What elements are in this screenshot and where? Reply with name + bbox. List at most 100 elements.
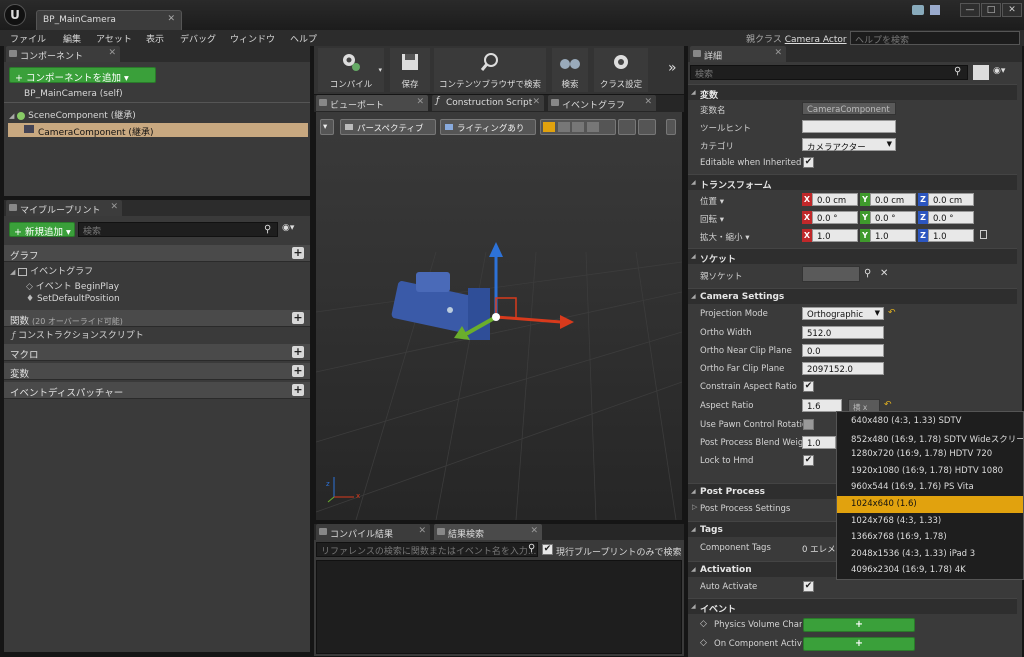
category-dropdown[interactable]: カメラアクター ▼: [802, 138, 896, 153]
scale-z-field[interactable]: 1.0: [928, 229, 974, 242]
ortho-far-field[interactable]: 2097152.0: [802, 362, 884, 375]
tree-item-scene-component[interactable]: ◢ SceneComponent (継承): [9, 108, 136, 121]
reset-to-default-icon[interactable]: ↶: [884, 400, 892, 410]
world-local-icon[interactable]: [587, 122, 600, 132]
aspect-option[interactable]: 2048x1536 (4:3, 1.33) iPad 3: [837, 546, 1023, 563]
menu-edit[interactable]: 編集: [63, 32, 81, 45]
menu-asset[interactable]: アセット: [96, 32, 132, 45]
close-icon[interactable]: ✕: [774, 48, 782, 58]
rotate-tool-icon[interactable]: [557, 122, 570, 132]
add-dispatcher-icon[interactable]: +: [292, 384, 304, 396]
add-on-component-activated-event-button[interactable]: +: [803, 637, 915, 651]
browse-button[interactable]: コンテンツブラウザで検索: [434, 48, 546, 92]
details-search-input[interactable]: 検索: [690, 65, 968, 80]
lighting-button[interactable]: ライティングあり: [440, 119, 536, 135]
lock-hmd-checkbox[interactable]: ✔: [803, 455, 814, 466]
add-component-button[interactable]: + コンポーネントを追加 ▾: [9, 67, 156, 84]
scale-x-field[interactable]: 1.0: [812, 229, 858, 242]
variable-category[interactable]: 変数: [688, 84, 1017, 101]
menu-file[interactable]: ファイル: [10, 32, 46, 45]
close-window-button[interactable]: ✕: [1002, 3, 1022, 17]
scale-label[interactable]: 拡大・縮小 ▾: [700, 231, 804, 243]
menu-debug[interactable]: デバッグ: [180, 32, 216, 45]
aspect-option[interactable]: 1920x1080 (16:9, 1.78) HDTV 1080: [837, 463, 1023, 480]
tree-item-camera-component[interactable]: CameraComponent (継承): [8, 123, 308, 138]
search-icon[interactable]: ⚲: [864, 268, 871, 279]
new-add-button[interactable]: + 新規追加 ▾: [9, 222, 75, 238]
close-icon[interactable]: ✕: [108, 48, 116, 58]
add-physics-volume-event-button[interactable]: +: [803, 618, 915, 632]
eye-icon[interactable]: ◉▾: [993, 66, 1005, 76]
close-icon[interactable]: ✕: [418, 526, 426, 536]
location-y-field[interactable]: 0.0 cm: [870, 193, 916, 206]
dispatchers-section[interactable]: イベントディスパッチャー +: [4, 382, 310, 399]
compile-options-arrow-icon[interactable]: ▾: [378, 66, 382, 74]
event-graph-item[interactable]: ◢ イベントグラフ: [10, 264, 93, 277]
aspect-option[interactable]: 640x480 (4:3, 1.33) SDTV: [837, 413, 1023, 430]
aspect-option[interactable]: 1366x768 (16:9, 1.78): [837, 529, 1023, 546]
expand-arrow-icon[interactable]: ▷: [692, 503, 697, 511]
camera-settings-category[interactable]: Camera Settings: [688, 288, 1017, 304]
aspect-option-selected[interactable]: 1024x640 (1.6): [837, 496, 1023, 513]
tab-find-results[interactable]: 結果検索 ✕: [434, 524, 542, 540]
maximize-button[interactable]: □: [981, 3, 1001, 17]
variables-section[interactable]: 変数 +: [4, 363, 310, 380]
rotation-x-field[interactable]: 0.0 °: [812, 211, 858, 224]
transform-tools[interactable]: [540, 119, 616, 135]
close-icon[interactable]: ✕: [530, 526, 538, 536]
menu-help[interactable]: ヘルプ: [290, 32, 317, 45]
aspect-option[interactable]: 960x544 (16:9, 1.76) PS Vita: [837, 479, 1023, 496]
functions-section[interactable]: 関数 (20 オーバーライド可能) +: [4, 310, 310, 327]
menu-window[interactable]: ウィンドウ: [230, 32, 275, 45]
flag-icon[interactable]: [930, 5, 940, 15]
set-default-position-item[interactable]: ♦ SetDefaultPosition: [26, 294, 120, 304]
add-variable-icon[interactable]: +: [292, 365, 304, 377]
tab-viewport[interactable]: ビューポート ✕: [316, 95, 428, 111]
use-pawn-checkbox[interactable]: [803, 419, 814, 430]
minimize-button[interactable]: —: [960, 3, 980, 17]
add-function-icon[interactable]: +: [292, 312, 304, 324]
projection-mode-dropdown[interactable]: Orthographic ▼: [802, 307, 884, 320]
tab-compile-results[interactable]: コンパイル結果 ✕: [316, 524, 430, 540]
aspect-option[interactable]: 4096x2304 (16:9, 1.78) 4K: [837, 562, 1023, 579]
close-icon[interactable]: ✕: [416, 97, 424, 107]
chat-icon[interactable]: [912, 5, 924, 15]
parent-class-link[interactable]: Camera Actor: [785, 35, 847, 45]
close-tab-icon[interactable]: ✕: [167, 14, 175, 24]
menu-view[interactable]: 表示: [146, 32, 164, 45]
search-icon[interactable]: ⚲: [528, 543, 535, 554]
transform-category[interactable]: トランスフォーム: [688, 174, 1017, 191]
help-search-input[interactable]: ヘルプを検索: [850, 31, 1020, 46]
reset-to-default-icon[interactable]: ↶: [888, 308, 896, 318]
components-tab[interactable]: コンポーネント ✕: [6, 46, 120, 62]
compile-button[interactable]: コンパイル ▾: [318, 48, 384, 92]
parent-socket-field[interactable]: [802, 266, 860, 282]
details-tab[interactable]: 詳細 ✕: [690, 46, 786, 62]
socket-category[interactable]: ソケット: [688, 248, 1017, 265]
close-icon[interactable]: ✕: [644, 97, 652, 107]
move-tool-icon[interactable]: [543, 122, 555, 132]
location-z-field[interactable]: 0.0 cm: [928, 193, 974, 206]
graph-section[interactable]: グラフ +: [4, 245, 310, 262]
ortho-width-field[interactable]: 512.0: [802, 326, 884, 339]
blend-weight-field[interactable]: 1.0: [802, 436, 836, 449]
variable-name-field[interactable]: CameraComponent: [802, 102, 896, 115]
clear-icon[interactable]: ✕: [880, 268, 888, 279]
close-icon[interactable]: ✕: [532, 97, 540, 107]
tooltip-field[interactable]: [802, 120, 896, 133]
current-blueprint-only-checkbox[interactable]: ✔: [542, 544, 553, 555]
viewport-options-icon[interactable]: ▾: [320, 119, 334, 135]
constrain-aspect-checkbox[interactable]: ✔: [803, 381, 814, 392]
auto-activate-checkbox[interactable]: ✔: [803, 581, 814, 592]
search-icon[interactable]: ⚲: [264, 224, 271, 235]
add-macro-icon[interactable]: +: [292, 346, 304, 358]
my-blueprint-tab[interactable]: マイブループリント ✕: [6, 200, 122, 216]
class-settings-button[interactable]: クラス設定: [594, 48, 648, 92]
blueprint-search-input[interactable]: 検索: [78, 222, 278, 237]
property-matrix-icon[interactable]: [973, 65, 989, 80]
rotation-label[interactable]: 回転 ▾: [700, 213, 804, 225]
aspect-option[interactable]: 1024x768 (4:3, 1.33): [837, 513, 1023, 530]
save-button[interactable]: 保存: [390, 48, 430, 92]
search-icon[interactable]: ⚲: [954, 66, 961, 77]
close-icon[interactable]: ✕: [110, 202, 118, 212]
